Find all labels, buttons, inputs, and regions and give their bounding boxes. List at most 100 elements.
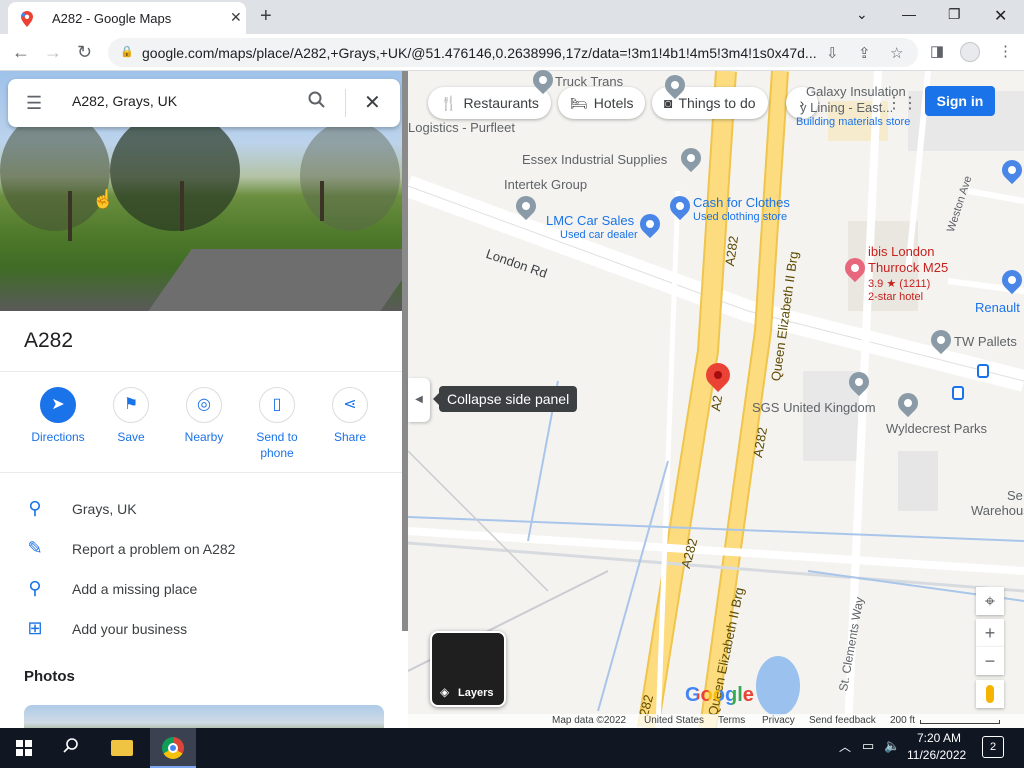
- scale-bar: [920, 720, 1000, 724]
- layers-icon: ◈: [440, 685, 450, 699]
- sign-in-button[interactable]: Sign in: [925, 86, 995, 116]
- pegman-street-view-icon[interactable]: [976, 680, 1004, 708]
- chrome-taskbar-button[interactable]: [150, 728, 196, 768]
- info-row-report-problem[interactable]: ✎ Report a problem on A282: [0, 529, 402, 569]
- map-label-cash[interactable]: Cash for Clothes: [693, 195, 790, 210]
- tab-close-icon[interactable]: ✕: [230, 9, 242, 26]
- directions-button[interactable]: ➤ Directions: [20, 387, 96, 445]
- map-label-sgs[interactable]: SGS United Kingdom: [752, 400, 876, 415]
- reload-button[interactable]: ↻: [77, 42, 92, 63]
- chip-restaurants-label: Restaurants: [463, 95, 539, 111]
- map-label-tw-pallets[interactable]: TW Pallets: [954, 334, 1017, 349]
- menu-icon[interactable]: ☰: [26, 93, 42, 114]
- tab-strip: A282 - Google Maps ✕ + ⌄ — ❐ ✕: [0, 0, 1024, 34]
- clock-time[interactable]: 7:20 AM: [917, 731, 961, 745]
- nearby-icon: ◎: [186, 387, 222, 423]
- terms-link[interactable]: Terms: [718, 715, 745, 726]
- map-label-ibis-sub: 2-star hotel: [868, 291, 924, 303]
- crosshair-icon: ⌖: [984, 591, 996, 611]
- volume-muted-icon[interactable]: 🔈: [884, 738, 900, 754]
- scale-label[interactable]: 200 ft: [890, 715, 915, 726]
- address-bar[interactable]: 🔒 google.com/maps/place/A282,+Grays,+UK/…: [108, 38, 918, 67]
- install-app-icon[interactable]: ⇩: [826, 44, 839, 62]
- map-label-renault[interactable]: Renault: [975, 300, 1020, 315]
- share-page-icon[interactable]: ⇪: [858, 44, 871, 62]
- tab-title: A282 - Google Maps: [52, 11, 172, 26]
- plus-icon: +: [984, 623, 996, 643]
- add-business-text: Add your business: [72, 621, 188, 637]
- save-button[interactable]: ⚑ Save: [93, 387, 169, 445]
- map-label-warehousing[interactable]: Warehousing: [971, 503, 1024, 518]
- search-input[interactable]: [72, 93, 292, 109]
- notification-center-icon[interactable]: 2: [982, 736, 1004, 758]
- save-label: Save: [117, 430, 145, 444]
- tab-google-maps[interactable]: A282 - Google Maps ✕: [8, 2, 246, 34]
- chrome-logo-icon: [162, 737, 184, 759]
- nearby-button[interactable]: ◎ Nearby: [166, 387, 242, 445]
- my-location-button[interactable]: ⌖: [976, 587, 1004, 615]
- chip-things-to-do-label: Things to do: [678, 95, 756, 111]
- tree-trunk: [320, 181, 324, 221]
- clock-date[interactable]: 11/26/2022: [907, 748, 966, 762]
- report-problem-text: Report a problem on A282: [72, 541, 236, 557]
- map-label-galaxy-2[interactable]: y Lining - East...: [800, 100, 893, 115]
- info-row-address[interactable]: ⚲ Grays, UK: [0, 489, 402, 529]
- windows-start-icon[interactable]: [16, 740, 32, 756]
- address-text: Grays, UK: [72, 501, 137, 517]
- side-panel-icon[interactable]: ◨: [930, 42, 944, 60]
- search-icon[interactable]: [308, 91, 326, 114]
- chip-hotels[interactable]: 🛏 Hotels: [558, 87, 646, 119]
- back-button[interactable]: ←: [12, 42, 30, 63]
- collapse-side-panel-tooltip: Collapse side panel: [439, 386, 578, 412]
- send-to-phone-button[interactable]: ▯ Send to phone: [239, 387, 315, 461]
- photo-thumbnail[interactable]: [24, 705, 384, 728]
- info-row-add-place[interactable]: ⚲ Add a missing place: [0, 569, 402, 609]
- chip-restaurants[interactable]: 🍴 Restaurants: [428, 87, 551, 119]
- profile-avatar[interactable]: [960, 42, 980, 62]
- map-data-attribution: Map data ©2022: [552, 715, 627, 726]
- bus-stop-icon[interactable]: [977, 364, 989, 378]
- bus-stop-icon[interactable]: [952, 386, 964, 400]
- tab-search-icon[interactable]: ⌄: [856, 6, 868, 23]
- hand-cursor-icon: ☝: [92, 189, 115, 209]
- minimize-button[interactable]: —: [902, 6, 916, 22]
- maximize-button[interactable]: ❐: [948, 6, 961, 23]
- layers-label: Layers: [458, 687, 494, 699]
- privacy-link[interactable]: Privacy: [762, 715, 795, 726]
- map-label-truck-trans[interactable]: Truck Trans: [555, 74, 623, 89]
- file-explorer-icon[interactable]: [111, 740, 133, 756]
- taskbar-search-icon[interactable]: [63, 738, 79, 759]
- zoom-in-button[interactable]: +: [976, 619, 1004, 647]
- zoom-out-button[interactable]: −: [976, 647, 1004, 675]
- camera-icon: ◙: [664, 95, 673, 111]
- search-box: ☰ ✕: [8, 79, 400, 127]
- map-label-intertek[interactable]: Intertek Group: [504, 177, 587, 192]
- collapse-side-panel-button[interactable]: ◀: [408, 378, 430, 422]
- map-label-essex[interactable]: Essex Industrial Supplies: [522, 152, 667, 167]
- nearby-label: Nearby: [184, 430, 224, 444]
- map-label-galaxy[interactable]: Galaxy Insulation: [806, 84, 906, 99]
- send-feedback-link[interactable]: Send feedback: [809, 715, 876, 726]
- map-label-wyldecrest[interactable]: Wyldecrest Parks: [886, 421, 987, 436]
- info-row-add-business[interactable]: ⊞ Add your business: [0, 609, 402, 649]
- clear-search-icon[interactable]: ✕: [364, 90, 381, 115]
- map-label-logistics[interactable]: Logistics - Purfleet: [408, 120, 515, 135]
- map-label-ibis-2[interactable]: Thurrock M25: [868, 260, 948, 275]
- map-label-lmc[interactable]: LMC Car Sales: [546, 213, 634, 228]
- country-link[interactable]: United States: [644, 715, 704, 726]
- place-title: A282: [24, 329, 74, 352]
- chrome-menu-icon[interactable]: ⋮: [998, 42, 1013, 60]
- layers-button[interactable]: ◈ Layers: [430, 631, 506, 707]
- map-label-ibis[interactable]: ibis London: [868, 244, 935, 259]
- bookmark-star-icon[interactable]: ☆: [890, 44, 903, 62]
- tree-trunk: [180, 181, 184, 231]
- google-maps-favicon-icon: [21, 11, 33, 27]
- window-close-button[interactable]: ✕: [994, 6, 1007, 26]
- new-tab-button[interactable]: +: [260, 5, 272, 28]
- forward-button[interactable]: →: [44, 42, 62, 63]
- network-icon[interactable]: ▭: [862, 738, 874, 754]
- add-place-icon: ⚲: [28, 578, 42, 598]
- chevron-left-icon: ◀: [415, 394, 423, 405]
- show-hidden-icons-chevron-icon[interactable]: ︿: [839, 738, 851, 755]
- share-button[interactable]: ⋖ Share: [312, 387, 388, 445]
